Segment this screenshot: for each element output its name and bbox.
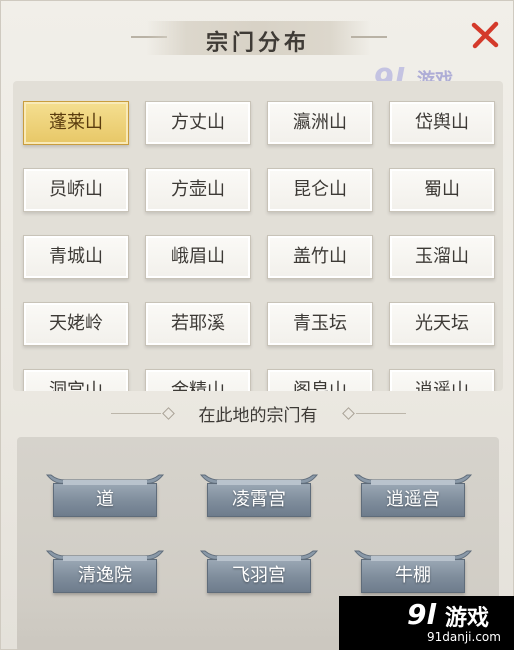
mountain-button[interactable]: 岱舆山 — [389, 101, 495, 145]
mountain-button[interactable]: 蜀山 — [389, 168, 495, 212]
panel-title: 宗门分布 — [205, 30, 310, 56]
mountain-button[interactable]: 天姥岭 — [23, 302, 129, 346]
watermark-logo-bottom: 9l 游戏 91danji.com — [339, 596, 514, 650]
sect-distribution-panel: 宗门分布 9l 游戏 91danji.com 蓬莱山方丈山瀛洲山岱舆山员峤山方壶… — [0, 0, 514, 650]
close-x-icon — [471, 21, 499, 49]
mountain-button[interactable]: 峨眉山 — [145, 235, 251, 279]
mountain-button[interactable]: 昆仑山 — [267, 168, 373, 212]
mountain-button[interactable]: 蓬莱山 — [23, 101, 129, 145]
mountain-button[interactable]: 方壶山 — [145, 168, 251, 212]
mountain-button[interactable]: 盖竹山 — [267, 235, 373, 279]
mountain-button[interactable]: 青城山 — [23, 235, 129, 279]
sect-label: 凌霄宫 — [232, 489, 286, 510]
mountain-button[interactable]: 青玉坛 — [267, 302, 373, 346]
mountain-grid[interactable]: 蓬莱山 方丈山 瀛洲山 岱舆山员峤山 方壶山 昆仑山 蜀山青城山 峨眉山 盖竹山 玉溜山天姥岭 若耶… — [13, 81, 503, 391]
mountain-button[interactable]: 玉溜山 — [389, 235, 495, 279]
sect-button[interactable]: 道 — [45, 473, 165, 523]
mountain-button[interactable]: 逍遥山 — [389, 369, 495, 391]
sects-heading: 在此地的宗门有 — [198, 406, 318, 426]
sect-button[interactable]: 逍遥宫 — [353, 473, 473, 523]
mountain-button[interactable]: 光天坛 — [389, 302, 495, 346]
mountain-button[interactable]: 阁皂山 — [267, 369, 373, 391]
sect-label: 飞羽宫 — [232, 565, 286, 586]
mountain-button[interactable]: 若耶溪 — [145, 302, 251, 346]
sect-label: 牛棚 — [395, 565, 431, 586]
sect-label: 道 — [96, 489, 114, 510]
mountain-button[interactable]: 员峤山 — [23, 168, 129, 212]
mountain-button[interactable]: 洞宫山 — [23, 369, 129, 391]
title-area: 宗门分布 — [1, 15, 514, 59]
sect-button[interactable]: 飞羽宫 — [199, 549, 319, 599]
sect-label: 清逸院 — [78, 565, 132, 586]
sect-button[interactable]: 清逸院 — [45, 549, 165, 599]
mountain-button[interactable]: 方丈山 — [145, 101, 251, 145]
mountain-button[interactable]: 金精山 — [145, 369, 251, 391]
sect-label: 逍遥宫 — [386, 489, 440, 510]
sect-button[interactable]: 牛棚 — [353, 549, 473, 599]
mountain-button[interactable]: 瀛洲山 — [267, 101, 373, 145]
sect-button[interactable]: 凌霄宫 — [199, 473, 319, 523]
close-button[interactable] — [467, 17, 503, 53]
divider-line-right — [356, 413, 406, 414]
